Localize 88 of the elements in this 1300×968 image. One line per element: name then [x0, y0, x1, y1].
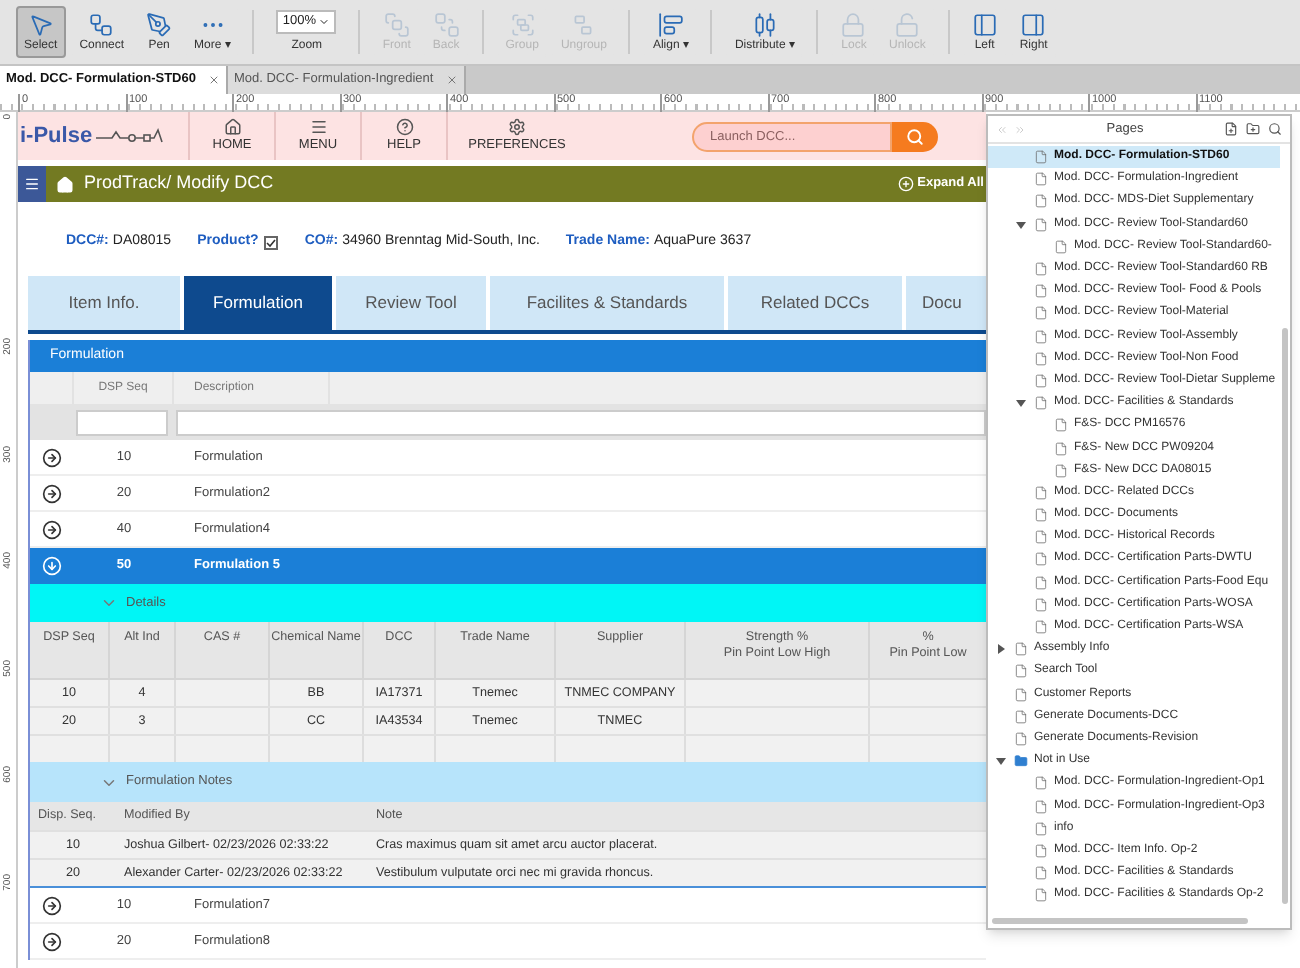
scrollbar-thumb[interactable] — [1282, 328, 1288, 904]
close-icon[interactable] — [445, 74, 458, 86]
unlock-icon — [894, 12, 921, 38]
search-icon[interactable] — [1268, 122, 1282, 136]
home-icon — [223, 117, 241, 136]
page-icon — [1034, 620, 1048, 635]
align-icon — [657, 12, 684, 38]
arrow-right-icon[interactable] — [42, 447, 62, 467]
page-icon — [1034, 172, 1048, 187]
pointer-icon — [27, 12, 54, 38]
page-icon — [1034, 821, 1048, 836]
lock-icon — [840, 12, 867, 38]
pen-icon — [146, 12, 173, 38]
right-panel-icon — [1020, 12, 1047, 38]
folder-icon — [1014, 754, 1028, 769]
page-icon — [1014, 642, 1028, 657]
caret-icon[interactable] — [996, 756, 1006, 767]
distribute-icon — [751, 12, 778, 38]
page-icon — [1054, 441, 1068, 456]
caret-icon[interactable] — [1016, 398, 1026, 409]
chevron-icon[interactable] — [100, 594, 118, 612]
arrow-right-icon[interactable] — [42, 931, 62, 951]
connector-icon — [88, 12, 115, 38]
page-icon — [1034, 799, 1048, 814]
page-icon — [1034, 776, 1048, 791]
arrow-down-icon[interactable] — [42, 555, 62, 575]
page-icon — [1034, 485, 1048, 500]
page-icon — [1014, 731, 1028, 746]
page-icon — [1034, 552, 1048, 567]
menu-button[interactable] — [18, 166, 46, 202]
group-icon — [509, 12, 536, 38]
caret-icon — [318, 15, 331, 27]
page-icon — [1034, 508, 1048, 523]
page-icon — [1054, 418, 1068, 433]
arrow-right-icon[interactable] — [42, 895, 62, 915]
filter-field[interactable] — [76, 409, 168, 435]
home-icon — [56, 175, 74, 193]
page-icon — [1034, 194, 1048, 209]
filter-field[interactable] — [176, 409, 986, 435]
page-icon — [1054, 463, 1068, 478]
bring-front-icon — [383, 12, 410, 38]
tab[interactable]: Facilites & Standards — [490, 276, 724, 330]
tab[interactable]: Item Info. — [28, 276, 180, 330]
page-icon — [1034, 351, 1048, 366]
tab[interactable]: Related DCCs — [728, 276, 902, 330]
page-icon — [1034, 217, 1048, 232]
tab[interactable]: Review Tool — [336, 276, 486, 330]
page-icon — [1034, 843, 1048, 858]
logo: i-Pulse — [20, 121, 93, 152]
caret-icon[interactable] — [1016, 219, 1026, 230]
arrow-right-icon[interactable] — [42, 519, 62, 539]
page-icon — [1034, 575, 1048, 590]
page-icon — [1034, 396, 1048, 411]
page-icon — [1034, 530, 1048, 545]
page-icon — [1054, 239, 1068, 254]
page-icon — [1034, 597, 1048, 612]
page-icon — [1034, 150, 1048, 165]
search-icon — [906, 127, 924, 145]
page-icon — [1034, 888, 1048, 903]
close-icon[interactable] — [207, 74, 220, 86]
page-icon — [1034, 866, 1048, 881]
plus-icon — [897, 176, 914, 192]
add-page-icon[interactable] — [1224, 122, 1238, 136]
page-icon — [1034, 284, 1048, 299]
menu-icon — [24, 176, 40, 192]
page-icon — [1034, 262, 1048, 277]
page-icon — [1034, 306, 1048, 321]
page-icon — [1014, 687, 1028, 702]
page-icon — [1014, 664, 1028, 679]
ungroup-icon — [570, 12, 597, 38]
scrollbar-thumb[interactable] — [992, 917, 1248, 923]
checkbox[interactable] — [264, 235, 279, 249]
circuit-icon — [96, 126, 165, 146]
tab[interactable]: Docu — [906, 276, 986, 330]
search-button[interactable] — [892, 121, 938, 151]
left-panel-icon — [971, 12, 998, 38]
page-icon — [1034, 329, 1048, 344]
menu-icon — [309, 117, 327, 136]
help-icon — [395, 117, 413, 136]
breadcrumb-title: ProdTrack/ Modify DCC — [84, 170, 274, 197]
arrow-right-icon[interactable] — [42, 483, 62, 503]
add-folder-icon[interactable] — [1246, 122, 1260, 136]
caret-icon[interactable] — [996, 644, 1006, 655]
tab[interactable]: Formulation — [184, 276, 332, 330]
page-icon — [1034, 373, 1048, 388]
page-icon — [1014, 709, 1028, 724]
send-back-icon — [433, 12, 460, 38]
settings-icon — [508, 117, 526, 136]
